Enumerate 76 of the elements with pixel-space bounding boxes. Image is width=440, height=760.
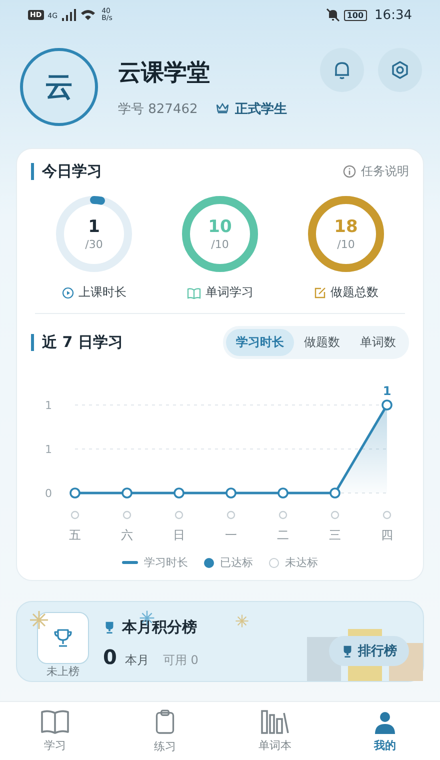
data-point <box>226 488 236 498</box>
clipboard-icon <box>154 708 176 736</box>
user-name: 云课学堂 <box>118 58 211 88</box>
x-axis-label: 六 <box>121 528 133 542</box>
sparkle-icon <box>235 614 249 628</box>
trophy-icon <box>52 627 74 649</box>
metric-tab[interactable]: 学习时长 <box>226 329 294 356</box>
nav-tab[interactable]: 学习 <box>0 702 110 760</box>
x-axis-label: 二 <box>277 528 289 542</box>
x-axis-label: 四 <box>381 528 393 542</box>
sparkle-icon <box>29 610 49 630</box>
section-title: 近 7 日学习 <box>31 334 123 351</box>
legend-label: 未达标 <box>285 555 318 570</box>
data-point <box>122 488 132 498</box>
legend-circle-icon <box>269 558 279 568</box>
ranking-title: 本月积分榜 <box>122 618 197 637</box>
x-axis-label: 一 <box>225 528 237 542</box>
leaderboard-button[interactable]: 排行榜 <box>329 636 409 666</box>
trophy-icon <box>341 644 354 658</box>
progress-value: 18 <box>334 217 358 238</box>
rank-status: 未上榜 <box>46 664 80 679</box>
data-point <box>330 488 340 498</box>
bell-icon <box>332 60 352 80</box>
student-id: 学号 827462 <box>118 100 198 118</box>
crown-icon <box>216 103 229 114</box>
metric-tab[interactable]: 单词数 <box>350 329 406 356</box>
notification-button[interactable] <box>320 48 364 92</box>
progress-label: 单词学习 <box>206 284 254 301</box>
y-axis-label: 0 <box>45 487 52 500</box>
bookshelf-icon <box>260 709 290 735</box>
nav-tab[interactable]: 我的 <box>330 702 440 760</box>
legend-label: 已达标 <box>220 555 253 570</box>
progress-target: /10 <box>211 238 229 251</box>
book-icon <box>186 286 200 298</box>
progress-value: 1 <box>88 217 100 238</box>
progress-target: /30 <box>85 238 103 251</box>
edit-icon <box>314 286 326 298</box>
legend-label: 学习时长 <box>144 555 188 570</box>
nav-tab[interactable]: 练习 <box>110 702 220 760</box>
avatar[interactable]: 云 <box>20 48 98 126</box>
legend-dot-icon <box>204 558 214 568</box>
data-label: 1 <box>382 384 392 398</box>
settings-button[interactable] <box>378 48 422 92</box>
progress-value: 10 <box>208 217 232 238</box>
clock: 16:34 <box>374 8 412 22</box>
x-axis-label: 三 <box>329 528 341 542</box>
info-icon <box>343 165 356 178</box>
book-icon <box>40 709 70 735</box>
available-points: 可用 0 <box>162 652 198 669</box>
task-info-link[interactable]: 任务说明 <box>343 163 409 180</box>
member-status: 正式学生 <box>234 100 287 118</box>
data-point <box>174 488 184 498</box>
trophy-icon <box>103 621 116 634</box>
data-point <box>382 400 392 410</box>
legend-line-icon <box>122 561 138 564</box>
person-icon <box>372 709 398 735</box>
data-point <box>278 488 288 498</box>
y-axis-label: 1 <box>45 443 52 456</box>
wifi-icon <box>80 9 96 21</box>
signal-icon <box>62 9 76 21</box>
points-label: 本月 <box>124 652 149 669</box>
play-icon <box>62 286 74 298</box>
muted-bell-icon <box>326 8 340 22</box>
x-axis-label: 日 <box>173 528 185 542</box>
progress-target: /10 <box>337 238 355 251</box>
battery-indicator: 100 <box>344 10 367 20</box>
points-value: 0 <box>103 645 117 669</box>
x-axis-label: 五 <box>69 528 81 542</box>
y-axis-label: 1 <box>45 399 52 412</box>
progress-label: 做题总数 <box>330 284 378 301</box>
progress-label: 上课时长 <box>78 284 126 301</box>
settings-icon <box>390 60 410 80</box>
data-point <box>70 488 80 498</box>
metric-tab[interactable]: 做题数 <box>294 329 350 356</box>
nav-tab[interactable]: 单词本 <box>220 702 330 760</box>
section-title: 今日学习 <box>31 163 102 180</box>
